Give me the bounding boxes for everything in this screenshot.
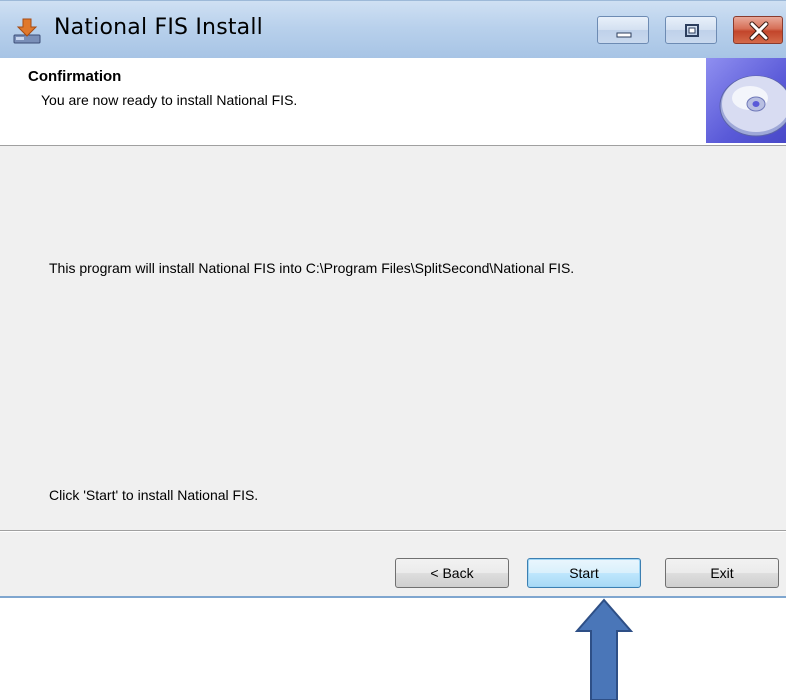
up-arrow-icon xyxy=(574,598,634,700)
